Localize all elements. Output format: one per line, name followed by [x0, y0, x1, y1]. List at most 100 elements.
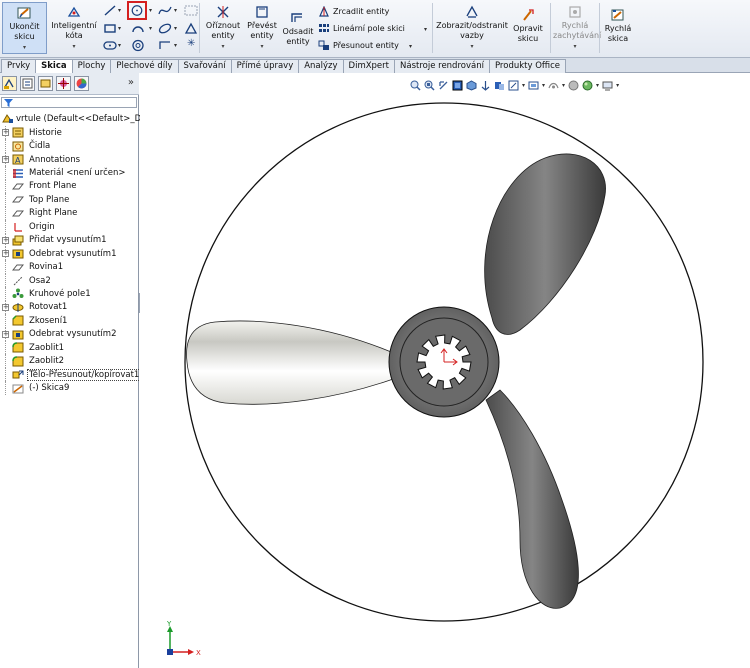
tree-filter-input[interactable] [1, 97, 137, 108]
tree-item[interactable]: Origin [0, 220, 139, 234]
tree-item[interactable]: + Rotovat1 [0, 300, 139, 315]
trim-entities-button[interactable]: Oříznout entity ▾ [203, 2, 243, 52]
panel-expand-icon[interactable]: » [128, 77, 134, 88]
zoom-to-area-icon[interactable] [424, 80, 435, 91]
tree-item[interactable]: + Přidat vysunutím1 [0, 233, 139, 247]
tree-item[interactable]: + A Annotations [0, 152, 139, 167]
monitor-dropdown-icon[interactable]: ▾ [616, 82, 619, 89]
circle-dropdown-icon[interactable]: ▾ [149, 7, 152, 14]
offset-dropdown-icon[interactable]: ▾ [174, 42, 177, 49]
convert-entities-button[interactable]: Převést entity ▾ [243, 2, 281, 52]
display-style-icon[interactable] [480, 80, 491, 91]
tree-item[interactable]: Front Plane [0, 179, 139, 194]
realview-icon[interactable] [568, 80, 579, 91]
configuration-manager-tab[interactable] [38, 76, 53, 91]
relations-dropdown-icon[interactable]: ▾ [470, 42, 473, 52]
convert-dropdown-icon[interactable]: ▾ [260, 42, 263, 52]
move-entities-button[interactable]: Přesunout entity [318, 40, 399, 51]
spline-tool-icon[interactable] [158, 4, 172, 17]
repair-sketch-button[interactable]: Opravit skicu [510, 5, 546, 44]
expand-toggle-icon[interactable]: + [2, 303, 9, 311]
exit-sketch-button[interactable]: Ukončit skicu ▾ [2, 2, 47, 54]
linear-pattern-button[interactable]: Lineární pole skici [318, 23, 405, 34]
tree-item[interactable]: Rovina1 [0, 260, 139, 274]
view-settings-icon[interactable] [548, 80, 559, 91]
exit-sketch-dropdown-icon[interactable]: ▾ [23, 43, 26, 53]
slot-dropdown-icon[interactable]: ▾ [118, 42, 121, 49]
text-tool-icon[interactable] [184, 4, 198, 17]
polygon-tool-icon[interactable] [131, 39, 145, 52]
view-monitor-icon[interactable] [602, 80, 613, 91]
tab-office-products[interactable]: Produkty Office [488, 59, 567, 73]
arc-tool-icon[interactable] [131, 22, 145, 35]
line-dropdown-icon[interactable]: ▾ [118, 7, 121, 14]
tab-weldments[interactable]: Svařování [177, 59, 232, 73]
tab-dimxpert[interactable]: DimXpert [342, 59, 395, 73]
previous-view-icon[interactable] [438, 80, 449, 91]
tree-item[interactable]: Osa2 [0, 273, 139, 288]
tab-evaluate[interactable]: Analýzy [298, 59, 344, 73]
tree-item[interactable]: Zaoblit1 [0, 341, 139, 355]
smart-dimension-button[interactable]: Inteligentní kóta ▾ [50, 2, 98, 52]
apply-scene-sphere-icon[interactable] [582, 80, 593, 91]
tab-direct-editing[interactable]: Přímé úpravy [230, 59, 300, 73]
rectangle-dropdown-icon[interactable]: ▾ [118, 25, 121, 32]
point-tool-icon[interactable]: ✳ [187, 38, 195, 49]
tree-item[interactable]: (-) Skica9 [0, 381, 139, 395]
rapid-sketch-button[interactable]: Rychlá skica [602, 5, 634, 44]
tree-item[interactable]: Top Plane [0, 193, 139, 207]
offset-on-surface-icon[interactable] [158, 39, 172, 52]
rapid-snaps-button[interactable]: Rychlá zachytávání ▾ [553, 2, 601, 52]
feature-manager-tab[interactable] [2, 76, 17, 91]
expand-toggle-icon[interactable]: + [2, 250, 9, 258]
circle-tool-button[interactable] [127, 1, 147, 20]
tree-item[interactable]: Čidla [0, 139, 139, 153]
tree-item[interactable]: Materiál <není určen> [0, 166, 139, 180]
tree-item[interactable]: Zkosení1 [0, 314, 139, 328]
section-view-icon[interactable] [452, 80, 463, 91]
tree-item[interactable]: Kruhové pole1 [0, 287, 139, 301]
blade-upper-right[interactable] [484, 153, 606, 335]
zoom-to-fit-icon[interactable] [410, 80, 421, 91]
move-dropdown-icon[interactable]: ▾ [409, 43, 412, 50]
trim-dropdown-icon[interactable]: ▾ [221, 42, 224, 52]
slot-tool-icon[interactable] [103, 39, 117, 52]
display-delete-relations-button[interactable]: Zobrazit/odstranit vazby ▾ [435, 2, 509, 52]
expand-toggle-icon[interactable]: + [2, 236, 9, 244]
tab-surfaces[interactable]: Plochy [71, 59, 112, 73]
blade-left[interactable] [186, 320, 399, 405]
fillet-tool-icon[interactable] [184, 22, 198, 35]
hide-show-items-icon[interactable] [494, 80, 505, 91]
tree-item[interactable]: + Historie [0, 126, 139, 140]
linear-pattern-dropdown-icon[interactable]: ▾ [424, 26, 427, 33]
mirror-entities-button[interactable]: Zrcadlit entity [318, 6, 389, 17]
offset-entities-button[interactable]: Odsadit entity [281, 8, 315, 47]
smart-dimension-dropdown-icon[interactable]: ▾ [72, 42, 75, 52]
ellipse-tool-icon[interactable] [158, 22, 172, 35]
tree-item[interactable]: Right Plane [0, 206, 139, 221]
apply-scene-icon[interactable] [528, 80, 539, 91]
tab-sheet-metal[interactable]: Plechové díly [110, 59, 179, 73]
spline-dropdown-icon[interactable]: ▾ [174, 7, 177, 14]
line-tool-icon[interactable] [103, 4, 117, 17]
rectangle-tool-icon[interactable] [103, 22, 117, 35]
dimxpert-manager-tab[interactable] [56, 76, 71, 91]
property-manager-tab[interactable] [20, 76, 35, 91]
ellipse-dropdown-icon[interactable]: ▾ [174, 25, 177, 32]
tree-root-part[interactable]: vrtule (Default<<Default>_Disp [2, 113, 153, 124]
rapid-snaps-dropdown-icon[interactable]: ▾ [573, 42, 576, 52]
scene-dropdown-icon[interactable]: ▾ [542, 82, 545, 89]
tree-item[interactable]: + Odebrat vysunutím2 [0, 327, 139, 341]
tree-item[interactable]: + Odebrat vysunutím1 [0, 246, 139, 261]
tree-item[interactable]: Tělo-Přesunout/kopírovat1 [0, 367, 142, 382]
tree-item[interactable]: Zaoblit2 [0, 354, 139, 368]
expand-toggle-icon[interactable]: + [2, 156, 9, 164]
tab-sketch[interactable]: Skica [35, 59, 73, 74]
display-manager-tab[interactable] [74, 76, 89, 91]
expand-toggle-icon[interactable]: + [2, 330, 9, 338]
graphics-viewport[interactable] [140, 73, 750, 668]
tab-render-tools[interactable]: Nástroje rendrování [394, 59, 490, 73]
expand-toggle-icon[interactable]: + [2, 129, 9, 137]
appearance-dropdown-icon[interactable]: ▾ [522, 82, 525, 89]
edit-appearance-icon[interactable] [508, 80, 519, 91]
